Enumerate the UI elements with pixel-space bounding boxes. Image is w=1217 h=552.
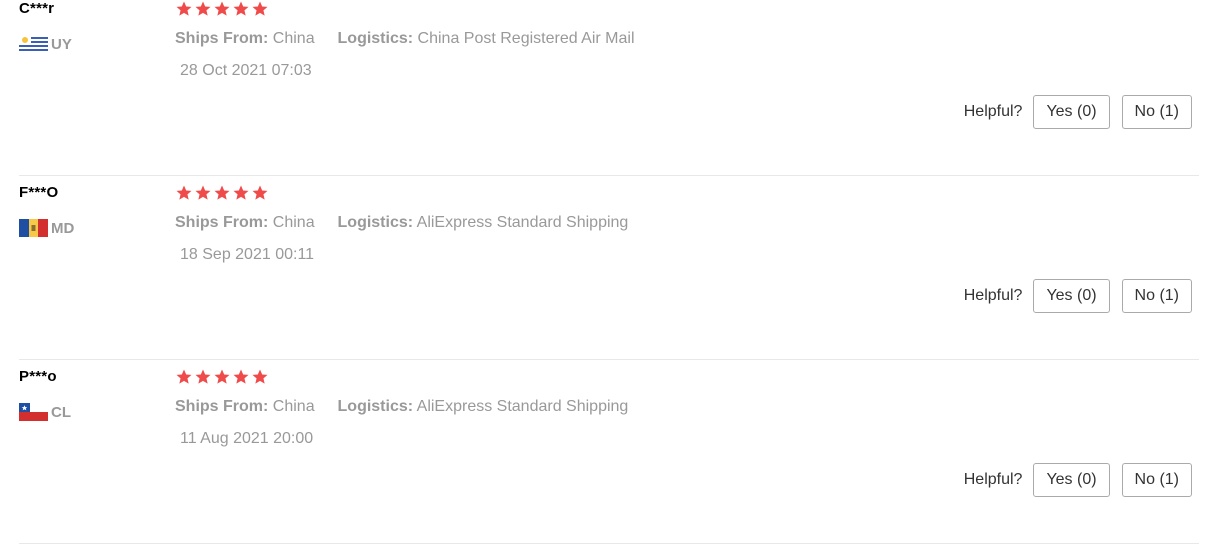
helpful-vote: Helpful? Yes (0) No (1) <box>964 463 1192 497</box>
helpful-no-button[interactable]: No (1) <box>1121 463 1192 497</box>
star-rating <box>175 0 268 17</box>
star-rating <box>175 184 268 201</box>
uruguay-flag-icon <box>19 35 48 53</box>
reviewer-name: C***r <box>19 0 55 17</box>
star-icon <box>213 0 230 17</box>
star-icon <box>232 368 249 385</box>
ships-from-value: China <box>272 30 315 47</box>
helpful-vote: Helpful? Yes (0) No (1) <box>964 95 1192 129</box>
review-date: 28 Oct 2021 07:03 <box>180 62 312 79</box>
logistics-value: AliExpress Standard Shipping <box>416 398 629 415</box>
star-icon <box>194 184 211 201</box>
reviewer-name: F***O <box>19 184 59 201</box>
ships-from-label: Ships From: <box>175 398 269 415</box>
review-date: 18 Sep 2021 00:11 <box>180 246 315 263</box>
review-date: 11 Aug 2021 20:00 <box>180 430 314 447</box>
logistics-value: AliExpress Standard Shipping <box>416 214 629 231</box>
star-icon <box>175 0 192 17</box>
review-item: F***O MD Ships From: China Logistics: Al… <box>19 176 1199 360</box>
logistics-label: Logistics: <box>337 30 414 47</box>
star-icon <box>232 184 249 201</box>
star-rating <box>175 368 268 385</box>
star-icon <box>251 184 268 201</box>
reviewer-name: P***o <box>19 368 57 385</box>
moldova-flag-icon <box>19 219 48 237</box>
chile-flag-icon <box>19 403 48 421</box>
country-code: UY <box>51 35 72 53</box>
star-icon <box>213 368 230 385</box>
helpful-label: Helpful? <box>963 471 1023 488</box>
star-icon <box>232 0 249 17</box>
ships-from-value: China <box>272 398 315 415</box>
country-code: CL <box>51 403 71 421</box>
reviewer-country: MD <box>19 218 74 238</box>
ships-from-label: Ships From: <box>175 214 269 231</box>
logistics-label: Logistics: <box>337 398 414 415</box>
helpful-yes-button[interactable]: Yes (0) <box>1033 95 1110 129</box>
ships-from-value: China <box>272 214 315 231</box>
star-icon <box>194 368 211 385</box>
helpful-no-button[interactable]: No (1) <box>1121 279 1192 313</box>
logistics-value: China Post Registered Air Mail <box>417 30 635 47</box>
helpful-yes-button[interactable]: Yes (0) <box>1033 279 1110 313</box>
review-item: C***r UY Ships From: China Logistics: Ch… <box>19 0 1199 176</box>
helpful-label: Helpful? <box>963 103 1023 120</box>
star-icon <box>213 184 230 201</box>
country-code: MD <box>51 219 75 237</box>
review-item: P***o CL Ships From: China Logistics: Al… <box>19 360 1199 544</box>
helpful-no-button[interactable]: No (1) <box>1121 95 1192 129</box>
star-icon <box>251 368 268 385</box>
reviewer-country: UY <box>19 34 72 54</box>
star-icon <box>175 184 192 201</box>
ships-from-label: Ships From: <box>175 30 269 47</box>
logistics-label: Logistics: <box>337 214 414 231</box>
helpful-label: Helpful? <box>963 287 1023 304</box>
helpful-yes-button[interactable]: Yes (0) <box>1033 463 1110 497</box>
shipping-info: Ships From: China Logistics: China Post … <box>175 30 635 48</box>
star-icon <box>175 368 192 385</box>
helpful-vote: Helpful? Yes (0) No (1) <box>964 279 1192 313</box>
reviewer-country: CL <box>19 402 71 422</box>
shipping-info: Ships From: China Logistics: AliExpress … <box>175 214 628 232</box>
star-icon <box>194 0 211 17</box>
shipping-info: Ships From: China Logistics: AliExpress … <box>175 398 628 416</box>
star-icon <box>251 0 268 17</box>
